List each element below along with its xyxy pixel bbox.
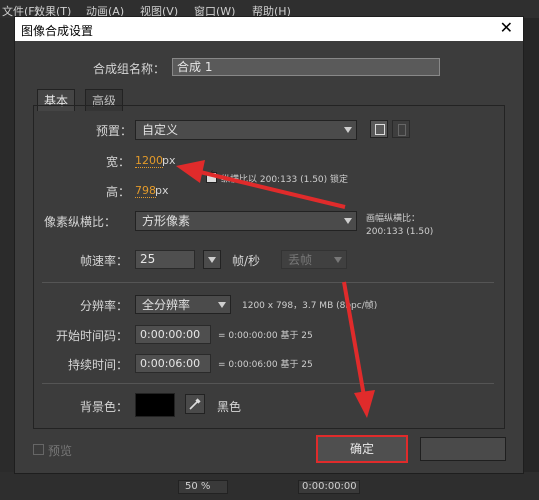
annotation-arrow-ok: [342, 281, 375, 418]
annotation-overlay: [176, 160, 375, 418]
annotation-arrow-width: [176, 160, 346, 209]
